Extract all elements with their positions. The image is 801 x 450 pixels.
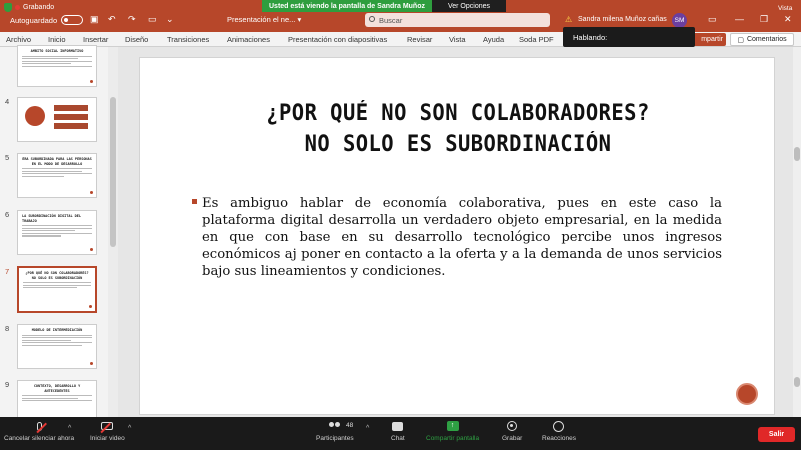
record-icon	[506, 420, 518, 432]
tab-transiciones[interactable]: Transiciones	[167, 35, 209, 44]
tab-soda-pdf[interactable]: Soda PDF	[519, 35, 554, 44]
reactions-button[interactable]: Reacciones	[542, 420, 576, 442]
thumbnail-slide-3[interactable]: AMBITO SOCIAL INFORMATIVO	[17, 45, 97, 87]
start-video-button[interactable]: Iniciar video	[90, 420, 125, 442]
participants-chevron-icon[interactable]: ^	[366, 425, 369, 432]
thumbnail-slide-4[interactable]	[17, 97, 97, 142]
share-button-label: mpartir	[701, 36, 723, 43]
audio-options-chevron-icon[interactable]: ^	[68, 425, 71, 432]
thumbnail-slide-7[interactable]: ¿POR QUÉ NO SON COLABORADORES? NO SOLO E…	[17, 266, 97, 313]
record-dot-icon	[15, 5, 20, 10]
zoom-view-button[interactable]: Vista	[778, 5, 792, 12]
unmute-button[interactable]: Cancelar silenciar ahora	[4, 420, 74, 442]
slide-scrollbar[interactable]	[793, 47, 801, 417]
search-icon	[369, 16, 375, 22]
participants-label: Participantes	[316, 435, 354, 442]
leave-meeting-button[interactable]: Salir	[758, 427, 795, 442]
minimize-icon[interactable]: —	[735, 14, 744, 24]
comment-icon: ▢	[737, 36, 744, 44]
main-workspace: AMBITO SOCIAL INFORMATIVO 4 5 ERA SUBORD…	[0, 45, 801, 425]
video-options-chevron-icon[interactable]: ^	[128, 425, 131, 432]
warning-icon: ⚠	[565, 15, 573, 24]
thumbnail-slide-6[interactable]: LA SUBORDINACIÓN DIGITAL DEL TRABAJO	[17, 210, 97, 255]
record-label: Grabar	[502, 435, 523, 442]
redo-icon[interactable]: ↷	[128, 14, 136, 25]
share-screen-button[interactable]: ↑ Compartir pantalla	[426, 420, 479, 442]
thumbnail-title: CONTEXTO, DESARROLLO Y ANTECEDENTES	[33, 384, 81, 393]
bullet-icon	[192, 199, 197, 204]
zoom-view-options[interactable]: Ver Opciones	[432, 0, 506, 12]
slide-title-line-2: NO SOLO ES SUBORDINACIÓN	[304, 132, 612, 157]
slide-body-text[interactable]: Es ambiguo hablar de economía colaborati…	[192, 195, 722, 280]
account-name[interactable]: Sandra milena Muñoz cañas	[578, 16, 667, 23]
thumbnail-title: MODELO DE INTERMEDIACIÓN	[31, 328, 83, 332]
slide-body-paragraph: Es ambiguo hablar de economía colaborati…	[202, 196, 722, 279]
slide-number: 5	[5, 153, 10, 162]
video-camera-icon	[100, 420, 114, 433]
slide-number: 9	[5, 380, 10, 389]
thumbnail-title: ¿POR QUÉ NO SON COLABORADORES? NO SOLO E…	[25, 271, 89, 280]
ribbon-display-icon[interactable]: ▭	[708, 14, 717, 25]
comments-button[interactable]: ▢ Comentarios	[730, 33, 794, 46]
slide-number: 7	[5, 267, 10, 276]
tab-archivo[interactable]: Archivo	[6, 35, 31, 44]
tab-revisar[interactable]: Revisar	[407, 35, 432, 44]
autosave-label: Autoguardado	[10, 15, 58, 25]
thumbnail-title: LA SUBORDINACIÓN DIGITAL DEL TRABAJO	[22, 214, 82, 223]
share-screen-label: Compartir pantalla	[426, 435, 480, 442]
tab-diseno[interactable]: Diseño	[125, 35, 148, 44]
search-placeholder: Buscar	[379, 15, 403, 25]
chat-label: Chat	[391, 435, 405, 442]
unmute-label: Cancelar silenciar ahora	[4, 435, 75, 442]
search-box[interactable]: Buscar	[365, 13, 550, 27]
zoom-meeting-toolbar: Cancelar silenciar ahora ^ Iniciar video…	[0, 417, 801, 450]
slide-graphic	[25, 106, 45, 126]
thumbnails-scrollbar[interactable]	[108, 47, 118, 417]
reactions-icon	[553, 420, 565, 432]
slide-canvas[interactable]: ¿POR QUÉ NO SON COLABORADORES? NO SOLO E…	[139, 57, 775, 415]
close-icon[interactable]: ✕	[784, 14, 792, 25]
undo-icon[interactable]: ↶	[108, 14, 116, 25]
present-icon[interactable]: ▭	[148, 14, 157, 25]
autosave-toggle[interactable]	[61, 15, 84, 25]
slide-title-line-1: ¿POR QUÉ NO SON COLABORADORES?	[266, 101, 650, 126]
share-screen-icon: ↑	[446, 420, 459, 432]
thumbnail-title: AMBITO SOCIAL INFORMATIVO	[30, 49, 84, 53]
tab-animaciones[interactable]: Animaciones	[227, 35, 270, 44]
logo-icon	[736, 383, 758, 405]
speaking-indicator: Hablando:	[563, 27, 695, 47]
comments-label: Comentarios	[746, 36, 787, 43]
recording-indicator: Grabando	[4, 3, 54, 12]
slide-number: 8	[5, 324, 10, 333]
tab-inicio[interactable]: Inicio	[48, 35, 66, 44]
reactions-label: Reacciones	[542, 435, 576, 442]
shield-icon	[4, 3, 12, 12]
chat-button[interactable]: Chat	[391, 420, 405, 442]
participants-count: 48	[346, 422, 354, 429]
maximize-icon[interactable]: ❐	[760, 14, 768, 25]
avatar[interactable]: SM	[672, 13, 687, 28]
start-video-label: Iniciar video	[90, 435, 125, 442]
chat-icon	[392, 420, 404, 432]
thumbnail-slide-8[interactable]: MODELO DE INTERMEDIACIÓN	[17, 324, 97, 369]
thumbnail-slide-5[interactable]: ERA SUBORDINADA PARA LAS PERSONAS EN EL …	[17, 153, 97, 198]
slide-thumbnails-pane: AMBITO SOCIAL INFORMATIVO 4 5 ERA SUBORD…	[0, 45, 108, 425]
record-button[interactable]: Grabar	[502, 420, 522, 442]
tab-insertar[interactable]: Insertar	[83, 35, 108, 44]
tab-presentacion[interactable]: Presentación con diapositivas	[288, 35, 387, 44]
slide-number: 6	[5, 210, 10, 219]
tab-ayuda[interactable]: Ayuda	[483, 35, 504, 44]
tab-vista[interactable]: Vista	[449, 35, 466, 44]
customize-icon[interactable]: ⌄	[166, 14, 174, 25]
participants-icon	[328, 420, 341, 432]
recording-label: Grabando	[23, 4, 55, 11]
thumbnail-title: ERA SUBORDINADA PARA LAS PERSONAS EN EL …	[22, 157, 92, 166]
zoom-share-banner: Usted está viendo la pantalla de Sandra …	[262, 0, 432, 12]
slide-title[interactable]: ¿POR QUÉ NO SON COLABORADORES? NO SOLO E…	[140, 98, 776, 160]
slide-number: 4	[5, 97, 10, 106]
muted-microphone-icon	[33, 420, 47, 433]
autosave[interactable]: Autoguardado	[10, 15, 84, 25]
save-icon[interactable]: ▣	[90, 14, 99, 25]
document-title[interactable]: Presentación el ne... ▾	[227, 15, 301, 24]
